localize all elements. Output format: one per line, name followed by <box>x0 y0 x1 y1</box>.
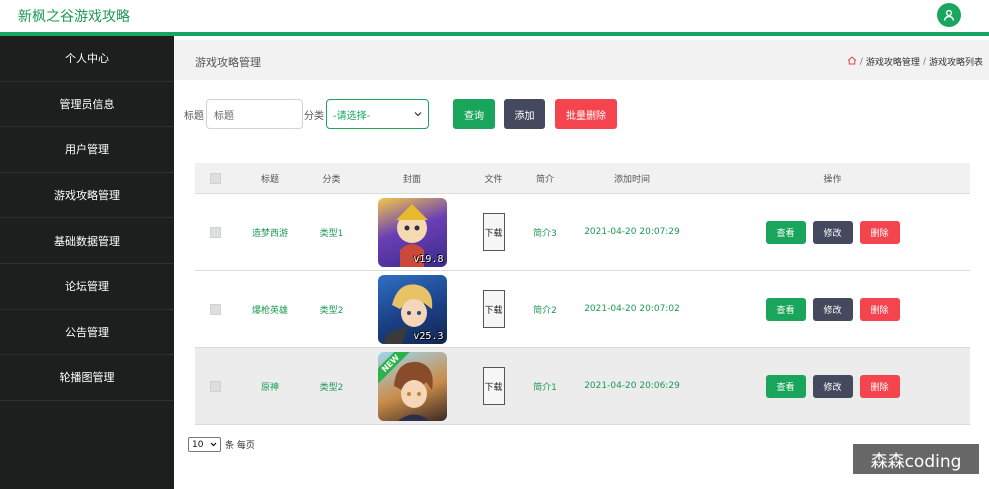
delete-button[interactable]: 删除 <box>859 220 900 244</box>
row-title: 爆枪英雄 <box>251 305 288 316</box>
category-filter-label: 分类 <box>304 110 324 122</box>
header-intro: 简介 <box>535 174 554 185</box>
watermark: 森森coding <box>853 444 979 474</box>
view-button[interactable]: 查看 <box>765 297 806 321</box>
sidebar-item-basic-data[interactable]: 基础数据管理 <box>0 218 174 264</box>
download-button[interactable]: 下载 <box>482 290 505 328</box>
delete-button[interactable]: 删除 <box>859 374 900 398</box>
edit-button[interactable]: 修改 <box>812 220 853 244</box>
row-added-time: 2021-04-20 20:06:29 <box>584 381 680 391</box>
table-row: 爆枪英雄 类型2 v25.3 下载 简介2 2021-04-20 20:07:0… <box>195 270 970 347</box>
batch-delete-button[interactable]: 批量删除 <box>555 99 617 129</box>
row-category: 类型2 <box>319 382 344 393</box>
title-search-input[interactable]: 标题 <box>206 99 303 129</box>
category-select[interactable]: -请选择- <box>326 99 429 129</box>
title-filter-label: 标题 <box>184 110 204 122</box>
category-select-value: -请选择- <box>333 110 371 122</box>
cover-version: v19.8 <box>413 253 444 265</box>
header-added-time: 添加时间 <box>613 174 650 185</box>
delete-button[interactable]: 删除 <box>859 297 900 321</box>
row-checkbox[interactable] <box>209 226 221 238</box>
add-button[interactable]: 添加 <box>504 99 545 129</box>
sidebar-item-notices[interactable]: 公告管理 <box>0 310 174 356</box>
sidebar-item-profile[interactable]: 个人中心 <box>0 36 174 82</box>
header-file: 文件 <box>484 174 503 185</box>
row-checkbox[interactable] <box>209 380 221 392</box>
table-row: 造梦西游 类型1 v19.8 下载 简介3 2021-04-20 20:07:2… <box>195 193 970 270</box>
edit-button[interactable]: 修改 <box>812 374 853 398</box>
cover-version: v25.3 <box>413 330 444 342</box>
page-header: 游戏攻略管理 / 游戏攻略管理 / 游戏攻略列表 <box>174 40 989 80</box>
download-button[interactable]: 下载 <box>482 367 505 405</box>
main-content: 游戏攻略管理 / 游戏攻略管理 / 游戏攻略列表 标题 标题 分类 -请选择- … <box>174 36 989 489</box>
sidebar-item-admins[interactable]: 管理员信息 <box>0 82 174 128</box>
header-actions: 操作 <box>823 174 842 185</box>
view-button[interactable]: 查看 <box>765 220 806 244</box>
chevron-down-icon <box>414 109 422 120</box>
page-title: 游戏攻略管理 <box>195 56 261 69</box>
pagination: 10 条 每页 <box>188 437 255 452</box>
row-title: 造梦西游 <box>251 228 288 239</box>
header-category: 分类 <box>322 174 341 185</box>
cover-image: v19.8 <box>377 197 447 267</box>
table-header: 标题 分类 封面 文件 简介 添加时间 操作 <box>195 163 970 193</box>
table-row: 原神 类型2 NEW 下载 简介1 2021-04-20 20:06:29 查看… <box>195 347 970 424</box>
breadcrumb: / 游戏攻略管理 / 游戏攻略列表 <box>847 55 983 68</box>
row-intro: 简介2 <box>533 305 557 316</box>
row-category: 类型2 <box>319 305 344 316</box>
row-title: 原神 <box>260 382 279 393</box>
guides-table: 标题 分类 封面 文件 简介 添加时间 操作 造梦西游 类型1 v19.8 下载… <box>195 163 970 425</box>
download-button[interactable]: 下载 <box>482 213 505 251</box>
breadcrumb-item: 游戏攻略列表 <box>928 58 983 68</box>
page-size-select[interactable]: 10 <box>188 437 221 452</box>
home-icon[interactable] <box>847 55 857 68</box>
page-size-label: 条 每页 <box>225 441 255 451</box>
top-bar: 新枫之谷游戏攻略 <box>0 0 989 36</box>
row-added-time: 2021-04-20 20:07:29 <box>584 227 680 237</box>
select-all-checkbox[interactable] <box>209 172 221 184</box>
sidebar-item-guides[interactable]: 游戏攻略管理 <box>0 173 174 219</box>
row-intro: 简介1 <box>533 382 557 393</box>
sidebar: 个人中心 管理员信息 用户管理 游戏攻略管理 基础数据管理 论坛管理 公告管理 … <box>0 36 174 489</box>
brand-title: 新枫之谷游戏攻略 <box>18 9 130 25</box>
search-bar: 标题 标题 分类 -请选择- 查询 添加 批量删除 <box>184 98 617 130</box>
user-icon[interactable] <box>937 3 961 27</box>
sidebar-item-users[interactable]: 用户管理 <box>0 127 174 173</box>
row-added-time: 2021-04-20 20:07:02 <box>584 304 680 314</box>
page-size-value: 10 <box>192 439 204 450</box>
view-button[interactable]: 查看 <box>765 374 806 398</box>
cover-image: v25.3 <box>377 274 447 344</box>
query-button[interactable]: 查询 <box>453 99 495 129</box>
row-checkbox[interactable] <box>209 303 221 315</box>
sidebar-item-forum[interactable]: 论坛管理 <box>0 264 174 310</box>
sidebar-item-carousel[interactable]: 轮播图管理 <box>0 355 174 401</box>
row-intro: 简介3 <box>533 228 557 239</box>
breadcrumb-item[interactable]: 游戏攻略管理 <box>866 55 920 68</box>
chevron-down-icon <box>210 440 217 450</box>
header-cover: 封面 <box>402 174 421 185</box>
header-title: 标题 <box>260 174 279 185</box>
cover-image: NEW <box>377 351 447 421</box>
edit-button[interactable]: 修改 <box>812 297 853 321</box>
row-category: 类型1 <box>319 228 344 239</box>
